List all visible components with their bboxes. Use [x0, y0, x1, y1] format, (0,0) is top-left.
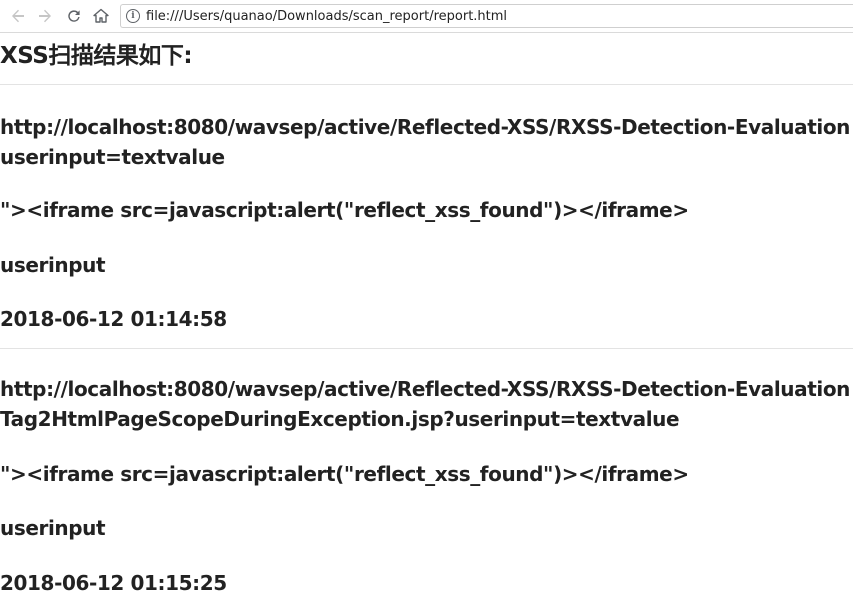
browser-toolbar: i file:///Users/quanao/Downloads/scan_re…	[0, 0, 853, 33]
info-icon[interactable]: i	[126, 9, 140, 23]
forward-button[interactable]	[35, 6, 55, 26]
reload-icon	[68, 10, 80, 22]
result-payload: "><iframe src=javascript:alert("reflect_…	[0, 462, 689, 486]
page-title: XSS扫描结果如下:	[0, 43, 193, 69]
result-timestamp: 2018-06-12 01:15:25	[0, 571, 227, 595]
result-timestamp: 2018-06-12 01:14:58	[0, 307, 227, 331]
divider	[0, 84, 853, 85]
result-url-line1: http://localhost:8080/wavsep/active/Refl…	[0, 115, 851, 139]
reload-button[interactable]	[64, 6, 84, 26]
arrow-right-icon	[39, 9, 51, 23]
divider	[0, 348, 853, 349]
result-url-line1: http://localhost:8080/wavsep/active/Refl…	[0, 377, 851, 401]
result-url-line2: Tag2HtmlPageScopeDuringException.jsp?use…	[0, 407, 680, 431]
back-button[interactable]	[8, 6, 28, 26]
home-icon	[93, 8, 109, 23]
arrow-left-icon	[12, 9, 24, 23]
result-payload: "><iframe src=javascript:alert("reflect_…	[0, 198, 689, 222]
result-param: userinput	[0, 516, 106, 540]
result-param: userinput	[0, 253, 106, 277]
home-button[interactable]	[91, 6, 111, 26]
page-content: XSS扫描结果如下: http://localhost:8080/wavsep/…	[0, 33, 853, 606]
result-url-line2: userinput=textvalue	[0, 145, 225, 169]
address-bar-url[interactable]: file:///Users/quanao/Downloads/scan_repo…	[146, 9, 507, 24]
address-bar[interactable]: i file:///Users/quanao/Downloads/scan_re…	[120, 4, 853, 28]
